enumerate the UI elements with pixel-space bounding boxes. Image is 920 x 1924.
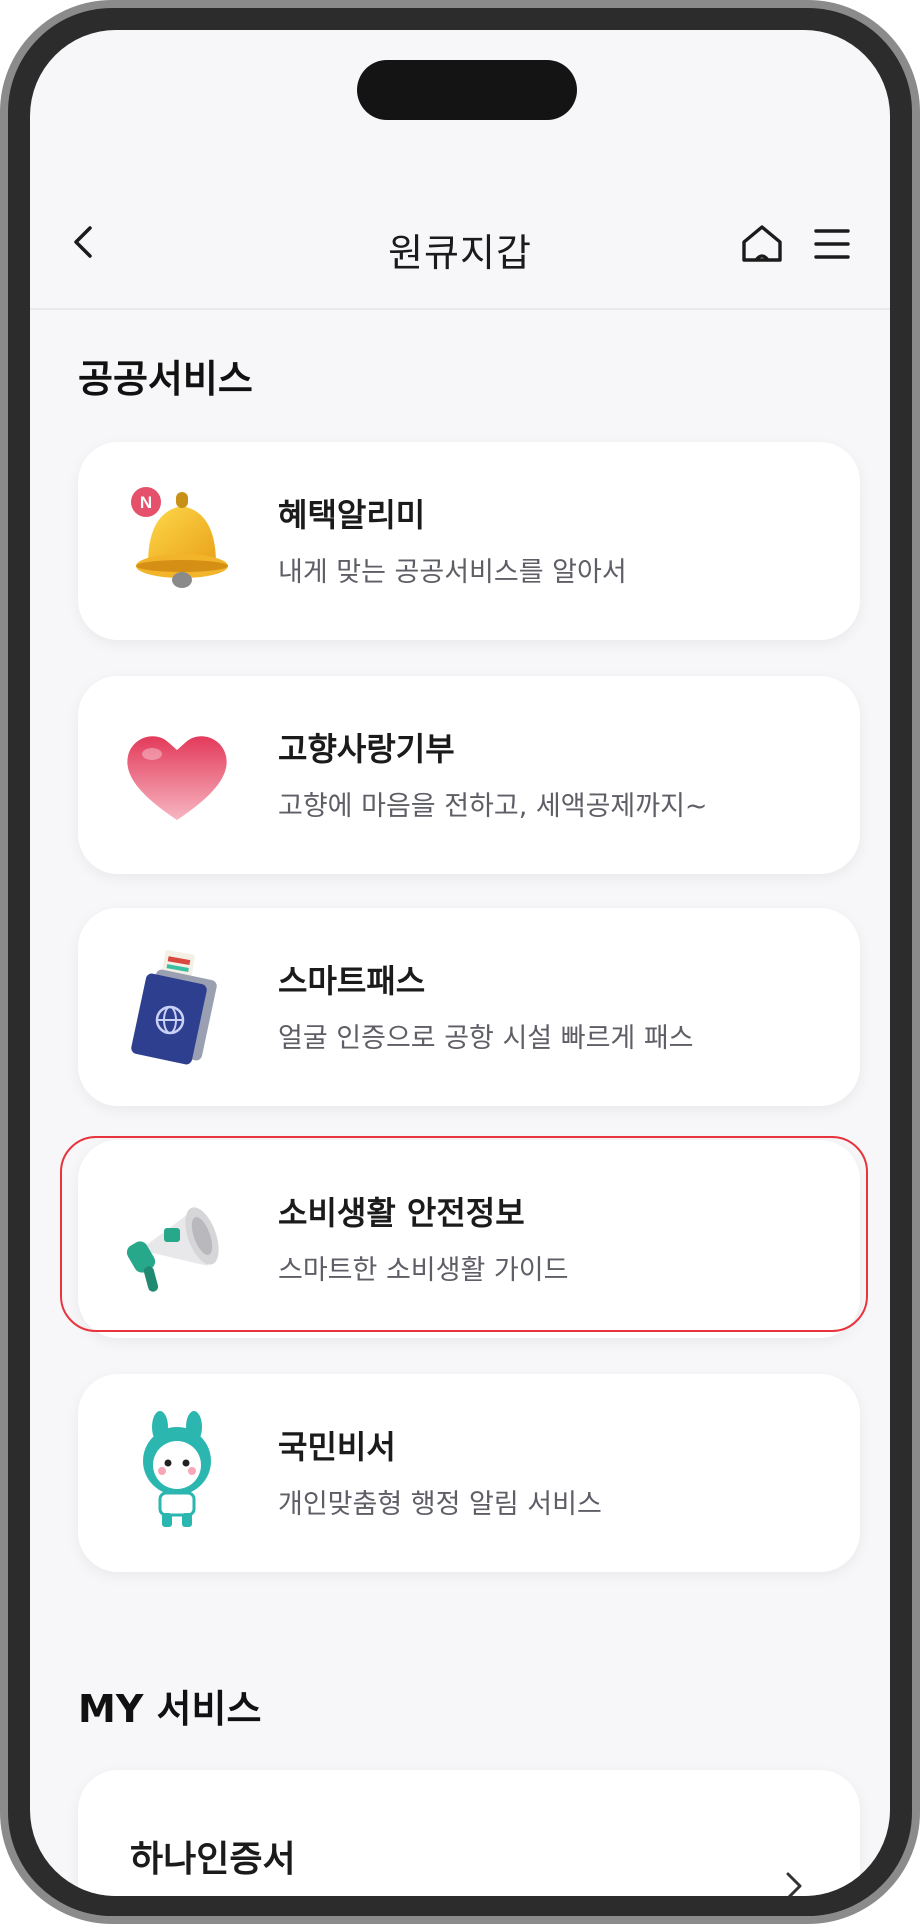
service-name: 소비생활 안전정보	[278, 1194, 525, 1232]
home-icon[interactable]	[740, 222, 784, 266]
service-description: 얼굴 인증으로 공항 시설 빠르게 패스	[278, 1023, 694, 1054]
service-card-smart-pass[interactable]: 스마트패스 얼굴 인증으로 공항 시설 빠르게 패스	[78, 908, 860, 1106]
service-name: 혜택알리미	[278, 496, 426, 534]
screen: 원큐지갑 공공서비스 N 혜택알리미 내게 맞는 공공서비스를 알아서 고향사랑…	[30, 30, 890, 1896]
service-card-consumer-safety[interactable]: 소비생활 안전정보 스마트한 소비생활 가이드	[78, 1140, 860, 1338]
app-header: 원큐지갑	[30, 170, 890, 310]
service-name: 고향사랑기부	[278, 730, 455, 768]
my-service-card-hana-certificate[interactable]: 하나인증서 쉽고 간편한 인증	[78, 1770, 860, 1896]
svg-text:N: N	[140, 493, 152, 512]
heart-icon	[127, 736, 227, 820]
service-description: 쉽고 간편한 인증	[130, 1888, 321, 1896]
service-card-benefit-alarm[interactable]: N 혜택알리미 내게 맞는 공공서비스를 알아서	[78, 442, 860, 640]
phone-frame: 원큐지갑 공공서비스 N 혜택알리미 내게 맞는 공공서비스를 알아서 고향사랑…	[0, 0, 920, 1924]
service-card-hometown-donation[interactable]: 고향사랑기부 고향에 마음을 전하고, 세액공제까지~	[78, 676, 860, 874]
service-card-national-secretary[interactable]: 국민비서 개인맞춤형 행정 알림 서비스	[78, 1374, 860, 1572]
section-title-public-services: 공공서비스	[78, 357, 253, 401]
megaphone-icon	[126, 1207, 219, 1292]
service-description: 개인맞춤형 행정 알림 서비스	[278, 1489, 602, 1520]
chevron-right-icon	[786, 1872, 802, 1896]
section-title-my-services: MY 서비스	[78, 1687, 262, 1731]
rabbit-mascot-icon	[143, 1411, 211, 1527]
service-description: 스마트한 소비생활 가이드	[278, 1255, 569, 1286]
service-description: 고향에 마음을 전하고, 세액공제까지~	[278, 791, 708, 822]
service-description: 내게 맞는 공공서비스를 알아서	[278, 557, 627, 588]
service-name: 국민비서	[278, 1428, 396, 1466]
service-name: 스마트패스	[278, 962, 426, 1000]
dynamic-island	[357, 60, 577, 120]
passport-icon	[131, 950, 217, 1065]
hamburger-menu-icon[interactable]	[812, 224, 852, 264]
service-name: 하나인증서	[130, 1839, 296, 1880]
new-badge-icon: N	[131, 487, 161, 517]
